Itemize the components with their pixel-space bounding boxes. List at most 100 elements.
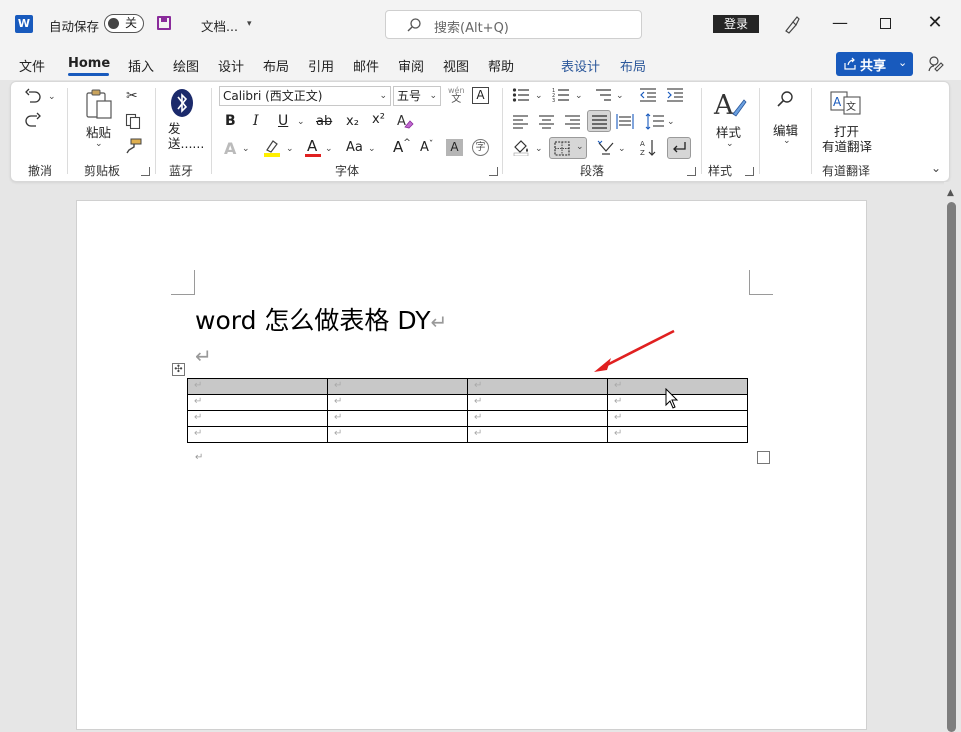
tab-file[interactable]: 文件 bbox=[19, 56, 45, 75]
bluetooth-send-label[interactable]: 发送...... bbox=[168, 121, 204, 151]
enclose-char-icon[interactable]: 字 bbox=[472, 139, 489, 156]
youdao-translate-icon[interactable]: A 文 bbox=[830, 88, 862, 116]
redo-icon[interactable] bbox=[24, 112, 42, 128]
autosave-toggle[interactable]: 关 bbox=[104, 14, 144, 33]
subscript-button[interactable]: x₂ bbox=[346, 114, 359, 129]
shading-chevron-icon[interactable]: ⌄ bbox=[535, 144, 543, 154]
tab-table-layout[interactable]: 布局 bbox=[620, 56, 646, 75]
table-cell[interactable]: ↵ bbox=[467, 410, 608, 427]
tab-layout[interactable]: 布局 bbox=[263, 56, 289, 75]
bullets-icon[interactable] bbox=[512, 87, 530, 103]
font-family-select[interactable]: Calibri (西文正文) ⌄ bbox=[219, 86, 391, 106]
char-border-icon[interactable]: A bbox=[472, 87, 489, 104]
show-formatting-button[interactable] bbox=[667, 137, 691, 159]
table-cell[interactable]: ↵ bbox=[467, 378, 608, 395]
login-button[interactable]: 登录 bbox=[713, 15, 759, 33]
change-case-chevron-icon[interactable]: ⌄ bbox=[368, 144, 376, 154]
minimize-button[interactable]: — bbox=[830, 13, 850, 32]
table-move-handle-icon[interactable]: ✣ bbox=[172, 363, 185, 376]
tab-review[interactable]: 审阅 bbox=[398, 56, 424, 75]
underline-chevron-icon[interactable]: ⌄ bbox=[297, 117, 305, 127]
highlight-icon[interactable] bbox=[262, 138, 282, 158]
align-center-icon[interactable] bbox=[538, 114, 555, 129]
font-color-icon[interactable]: A bbox=[307, 137, 317, 155]
distributed-icon[interactable] bbox=[616, 113, 634, 130]
tab-mailings[interactable]: 邮件 bbox=[353, 56, 379, 75]
undo-icon[interactable] bbox=[24, 88, 42, 104]
justify-button[interactable] bbox=[587, 110, 611, 132]
numbering-icon[interactable]: 1 2 3 bbox=[552, 87, 570, 103]
align-left-icon[interactable] bbox=[512, 114, 529, 129]
scrollbar-thumb[interactable] bbox=[947, 202, 956, 732]
table-cell[interactable]: ↵ bbox=[607, 410, 748, 427]
italic-button[interactable]: I bbox=[253, 113, 259, 129]
table-row[interactable]: ↵ ↵ ↵ ↵ bbox=[187, 378, 748, 395]
table-row[interactable]: ↵ ↵ ↵ ↵ bbox=[187, 426, 748, 443]
highlight-chevron-icon[interactable]: ⌄ bbox=[286, 144, 294, 154]
vertical-scrollbar[interactable]: ▲ bbox=[944, 182, 961, 732]
decrease-indent-icon[interactable] bbox=[639, 87, 657, 103]
line-spacing-icon[interactable] bbox=[645, 113, 665, 130]
superscript-button[interactable]: x² bbox=[372, 112, 385, 127]
editing-chevron-icon[interactable]: ⌄ bbox=[783, 136, 791, 146]
share-button[interactable]: 共享 ⌄ bbox=[836, 52, 913, 76]
share-chevron-icon[interactable]: ⌄ bbox=[898, 56, 907, 69]
undo-chevron-icon[interactable]: ⌄ bbox=[48, 92, 56, 102]
bold-button[interactable]: B bbox=[225, 113, 236, 129]
underline-button[interactable]: U bbox=[278, 113, 288, 129]
tab-home[interactable]: Home bbox=[68, 56, 110, 71]
font-launcher-icon[interactable] bbox=[489, 167, 498, 176]
search-box[interactable]: 搜索(Alt+Q) bbox=[385, 10, 642, 39]
numbering-chevron-icon[interactable]: ⌄ bbox=[575, 91, 583, 101]
scroll-up-icon[interactable]: ▲ bbox=[947, 188, 954, 198]
comments-icon[interactable] bbox=[927, 55, 945, 73]
styles-launcher-icon[interactable] bbox=[745, 167, 754, 176]
clear-formatting-icon[interactable]: A bbox=[396, 112, 414, 130]
strikethrough-button[interactable]: ab bbox=[316, 114, 332, 129]
styles-chevron-icon[interactable]: ⌄ bbox=[726, 139, 734, 149]
line-spacing-chevron-icon[interactable]: ⌄ bbox=[667, 117, 675, 127]
document-table[interactable]: ↵ ↵ ↵ ↵ ↵ ↵ ↵ ↵ ↵ ↵ ↵ ↵ ↵ ↵ ↵ ↵ bbox=[187, 378, 748, 443]
filename-chevron-icon[interactable]: ▾ bbox=[247, 19, 252, 29]
clipboard-launcher-icon[interactable] bbox=[141, 167, 150, 176]
change-case-button[interactable]: Aa bbox=[346, 140, 363, 155]
table-cell[interactable]: ↵ bbox=[187, 410, 328, 427]
table-cell[interactable]: ↵ bbox=[467, 394, 608, 411]
sort-icon[interactable]: A Z bbox=[639, 138, 659, 158]
table-cell[interactable]: ↵ bbox=[327, 410, 468, 427]
tab-draw[interactable]: 绘图 bbox=[173, 56, 199, 75]
bullets-chevron-icon[interactable]: ⌄ bbox=[535, 91, 543, 101]
ribbon-collapse-icon[interactable]: ⌄ bbox=[931, 161, 941, 175]
paragraph-launcher-icon[interactable] bbox=[687, 167, 696, 176]
align-right-icon[interactable] bbox=[564, 114, 581, 129]
tab-view[interactable]: 视图 bbox=[443, 56, 469, 75]
tab-table-design[interactable]: 表设计 bbox=[561, 56, 600, 75]
table-cell[interactable]: ↵ bbox=[327, 426, 468, 443]
increase-indent-icon[interactable] bbox=[666, 87, 684, 103]
find-icon[interactable] bbox=[776, 90, 796, 110]
maximize-button[interactable] bbox=[880, 18, 891, 29]
document-filename[interactable]: 文档... bbox=[201, 16, 238, 35]
text-effects-icon[interactable]: A bbox=[224, 139, 236, 158]
table-row[interactable]: ↵ ↵ ↵ ↵ bbox=[187, 410, 748, 427]
table-cell[interactable]: ↵ bbox=[607, 426, 748, 443]
bluetooth-icon[interactable] bbox=[170, 88, 194, 118]
phonetic-guide-icon[interactable]: wén 文 bbox=[448, 86, 465, 105]
styles-icon[interactable]: A bbox=[713, 88, 747, 120]
grow-font-button[interactable]: A^ bbox=[393, 138, 411, 156]
table-cell[interactable]: ↵ bbox=[467, 426, 608, 443]
paste-chevron-icon[interactable]: ⌄ bbox=[95, 139, 103, 149]
paste-icon[interactable] bbox=[84, 88, 114, 120]
close-button[interactable]: ✕ bbox=[925, 12, 945, 33]
table-cell[interactable]: ↵ bbox=[327, 394, 468, 411]
chinese-layout-chevron-icon[interactable]: ⌄ bbox=[618, 144, 626, 154]
tab-design[interactable]: 设计 bbox=[218, 56, 244, 75]
font-color-chevron-icon[interactable]: ⌄ bbox=[325, 144, 333, 154]
chinese-layout-icon[interactable] bbox=[596, 139, 616, 157]
borders-button[interactable]: ⌄ bbox=[549, 137, 587, 159]
multilevel-list-icon[interactable] bbox=[594, 87, 612, 103]
shading-icon[interactable] bbox=[512, 138, 532, 156]
multilevel-chevron-icon[interactable]: ⌄ bbox=[616, 91, 624, 101]
table-resize-handle[interactable] bbox=[757, 451, 770, 464]
table-cell[interactable]: ↵ bbox=[327, 378, 468, 395]
